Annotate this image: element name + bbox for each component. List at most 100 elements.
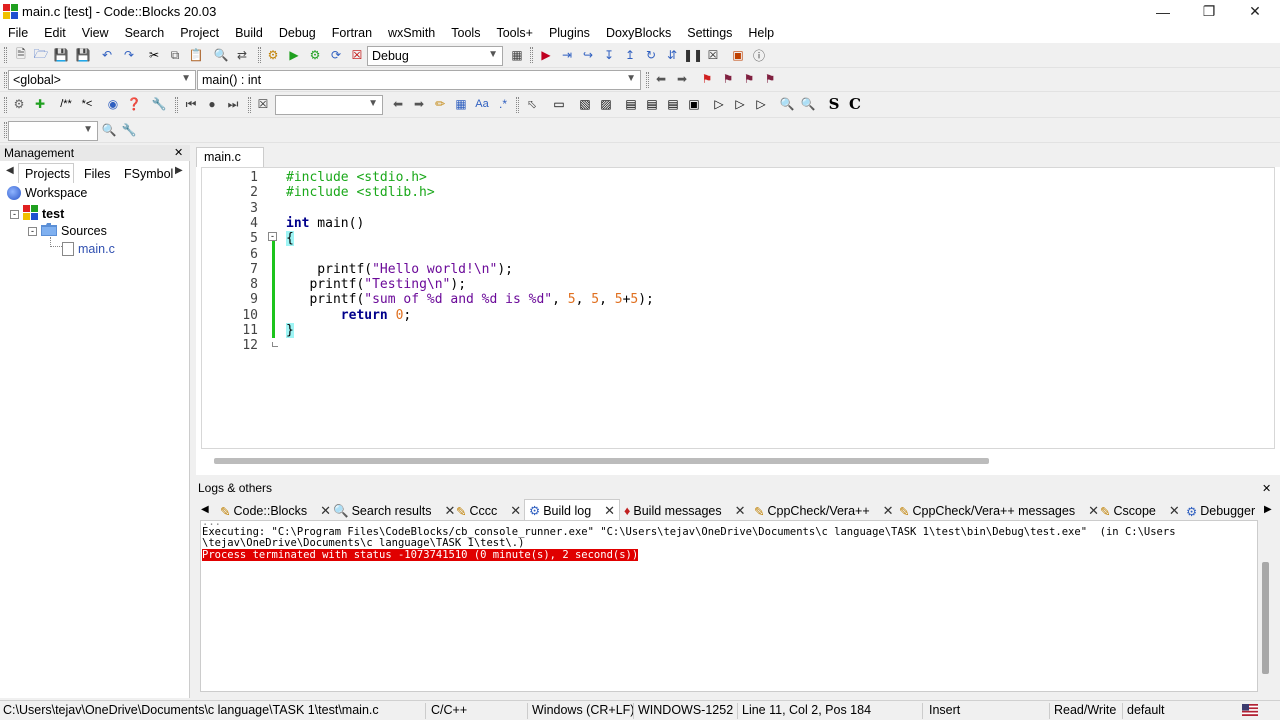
tab-projects[interactable]: Projects — [18, 163, 74, 183]
log-tab-search-results[interactable]: 🔍 Search results ✕ — [333, 501, 455, 521]
fold-icon[interactable]: - — [268, 232, 277, 241]
config-wrench-icon[interactable]: 🔧 — [150, 95, 168, 113]
debug-windows-icon[interactable]: ▣ — [729, 46, 747, 64]
next-bookmark-icon[interactable]: ⚑ — [740, 70, 758, 88]
find-next-icon[interactable]: ➡ — [410, 95, 428, 113]
scope-select[interactable]: <global> ▼ — [8, 70, 196, 90]
build-log-output[interactable]: ... Executing: "C:\Program Files\CodeBlo… — [200, 520, 1258, 692]
target-options-icon[interactable]: ▦ — [508, 46, 526, 64]
prev-bookmark-icon[interactable]: ⚑ — [719, 70, 737, 88]
paste-icon[interactable]: 📋 — [187, 46, 205, 64]
block-comment-icon[interactable]: /** — [57, 95, 75, 113]
editor-tab-main-c[interactable]: main.c ✕ — [196, 147, 264, 178]
clear-search-icon[interactable]: ☒ — [254, 95, 272, 113]
switch-block-icon[interactable]: ▨ — [597, 95, 615, 113]
continue-icon[interactable]: ▷ — [731, 95, 749, 113]
code-line[interactable]: printf("sum of %d and %d is %d", 5, 5, 5… — [286, 292, 653, 307]
tab-fsymbol[interactable]: FSymbol — [124, 167, 173, 181]
clear-bookmarks-icon[interactable]: ⚑ — [761, 70, 779, 88]
log-tab-debugger[interactable]: ⚙ Debugger — [1186, 501, 1255, 521]
close-icon[interactable]: ✕ — [510, 503, 521, 519]
menu-project[interactable]: Project — [172, 23, 227, 43]
menu-search[interactable]: Search — [117, 23, 173, 43]
select-pointer-icon[interactable]: ⬁ — [523, 95, 541, 113]
doxywizard-icon[interactable]: ⚙ — [10, 95, 28, 113]
step-out-icon[interactable]: ↥ — [621, 46, 639, 64]
tab-files[interactable]: Files — [84, 167, 110, 181]
build-icon[interactable]: ⚙ — [264, 46, 282, 64]
toolbar-grip[interactable] — [258, 47, 261, 63]
for-loop-icon[interactable]: ▤ — [664, 95, 682, 113]
tree-sources-folder[interactable]: - Sources — [28, 223, 107, 239]
code-line[interactable]: printf("Hello world!\n"); — [286, 262, 513, 277]
code-line[interactable]: } — [286, 323, 294, 338]
prev-match-icon[interactable]: ⏮ — [182, 95, 200, 113]
rebuild-icon[interactable]: ⟳ — [327, 46, 345, 64]
log-tab-cppcheck-messages[interactable]: ✎ CppCheck/Vera++ messages ✕ — [899, 501, 1099, 521]
break-icon[interactable]: ▷ — [710, 95, 728, 113]
code-editor[interactable]: 1 2 3 4 5 6 7 8 9 10 11 12 - #include <stdio.h> #inc… — [201, 167, 1275, 449]
line-comment-icon[interactable]: *< — [78, 95, 96, 113]
vertical-scrollbar[interactable] — [1262, 562, 1269, 674]
record-icon[interactable]: ● — [203, 95, 221, 113]
extract-docs-icon[interactable]: ✚ — [31, 95, 49, 113]
selected-text-only-icon[interactable]: ▦ — [452, 95, 470, 113]
close-icon[interactable]: ✕ — [1232, 0, 1278, 23]
collapse-icon[interactable]: - — [10, 209, 19, 219]
toolbar-grip[interactable] — [4, 97, 7, 113]
step-into-icon[interactable]: ↧ — [600, 46, 618, 64]
tab-scroll-left-icon[interactable]: ◀ — [201, 504, 209, 515]
run-to-cursor-icon[interactable]: ⇥ — [558, 46, 576, 64]
tree-workspace[interactable]: Workspace — [7, 186, 87, 200]
tab-scroll-right-icon[interactable]: ▶ — [1264, 504, 1272, 515]
do-while-icon[interactable]: ▤ — [643, 95, 661, 113]
highlight-icon[interactable]: ✏ — [431, 95, 449, 113]
step-instruction-icon[interactable]: ⇵ — [663, 46, 681, 64]
maximize-icon[interactable]: ❐ — [1186, 0, 1232, 23]
jump-forward-icon[interactable]: ➡ — [673, 70, 691, 88]
log-tab-cscope[interactable]: ✎ Cscope ✕ — [1100, 501, 1180, 521]
build-and-run-icon[interactable]: ⚙ — [306, 46, 324, 64]
menu-doxyblocks[interactable]: DoxyBlocks — [598, 23, 679, 43]
undo-icon[interactable]: ↶ — [98, 46, 116, 64]
copy-icon[interactable]: ⧉ — [166, 46, 184, 64]
stop-debugger-icon[interactable]: ☒ — [704, 46, 722, 64]
redo-icon[interactable]: ↷ — [120, 46, 138, 64]
menu-debug[interactable]: Debug — [271, 23, 324, 43]
tree-project[interactable]: - test — [10, 205, 64, 223]
minimize-icon[interactable]: — — [1140, 0, 1186, 23]
save-icon[interactable]: 💾 — [52, 46, 70, 64]
log-tab-codeblocks[interactable]: ✎ Code::Blocks ✕ — [220, 501, 331, 521]
debug-info-icon[interactable]: ⓘ — [750, 46, 768, 64]
chm-help-icon[interactable]: ❓ — [125, 95, 143, 113]
code-line[interactable]: return 0; — [286, 308, 411, 323]
block-icon[interactable]: ▣ — [685, 95, 703, 113]
new-file-icon[interactable]: 🗎 — [12, 46, 30, 64]
find-icon[interactable]: 🔍 — [212, 46, 230, 64]
code-line[interactable]: int main() — [286, 216, 364, 231]
if-block-icon[interactable]: ▧ — [576, 95, 594, 113]
close-icon[interactable]: ✕ — [320, 503, 331, 519]
close-icon[interactable]: ✕ — [604, 503, 615, 519]
menu-fortran[interactable]: Fortran — [324, 23, 380, 43]
function-select[interactable]: main() : int ▼ — [197, 70, 641, 90]
incremental-search-input[interactable]: ▼ — [275, 95, 383, 115]
collapse-icon[interactable]: - — [28, 226, 37, 236]
next-line-icon[interactable]: ↪ — [579, 46, 597, 64]
pause-icon[interactable]: ❚❚ — [683, 46, 703, 64]
match-case-icon[interactable]: Aa — [473, 95, 491, 113]
close-icon[interactable]: ✕ — [1262, 482, 1271, 495]
menu-plugins[interactable]: Plugins — [541, 23, 598, 43]
zoom-in-icon[interactable]: 🔍 — [778, 95, 796, 113]
save-all-icon[interactable]: 💾 — [74, 46, 92, 64]
menu-tools-plus[interactable]: Tools+ — [488, 23, 540, 43]
menu-help[interactable]: Help — [740, 23, 782, 43]
menu-edit[interactable]: Edit — [36, 23, 74, 43]
debug-start-icon[interactable]: ▶ — [537, 46, 555, 64]
next-match-icon[interactable]: ⏭ — [224, 95, 242, 113]
find-input[interactable]: ▼ — [8, 121, 98, 141]
log-tab-build-log[interactable]: ⚙ Build log ✕ — [524, 499, 621, 521]
return-icon[interactable]: ▷ — [752, 95, 770, 113]
toolbar-grip[interactable] — [175, 97, 178, 113]
code-line[interactable]: printf("Testing\n"); — [286, 277, 466, 292]
